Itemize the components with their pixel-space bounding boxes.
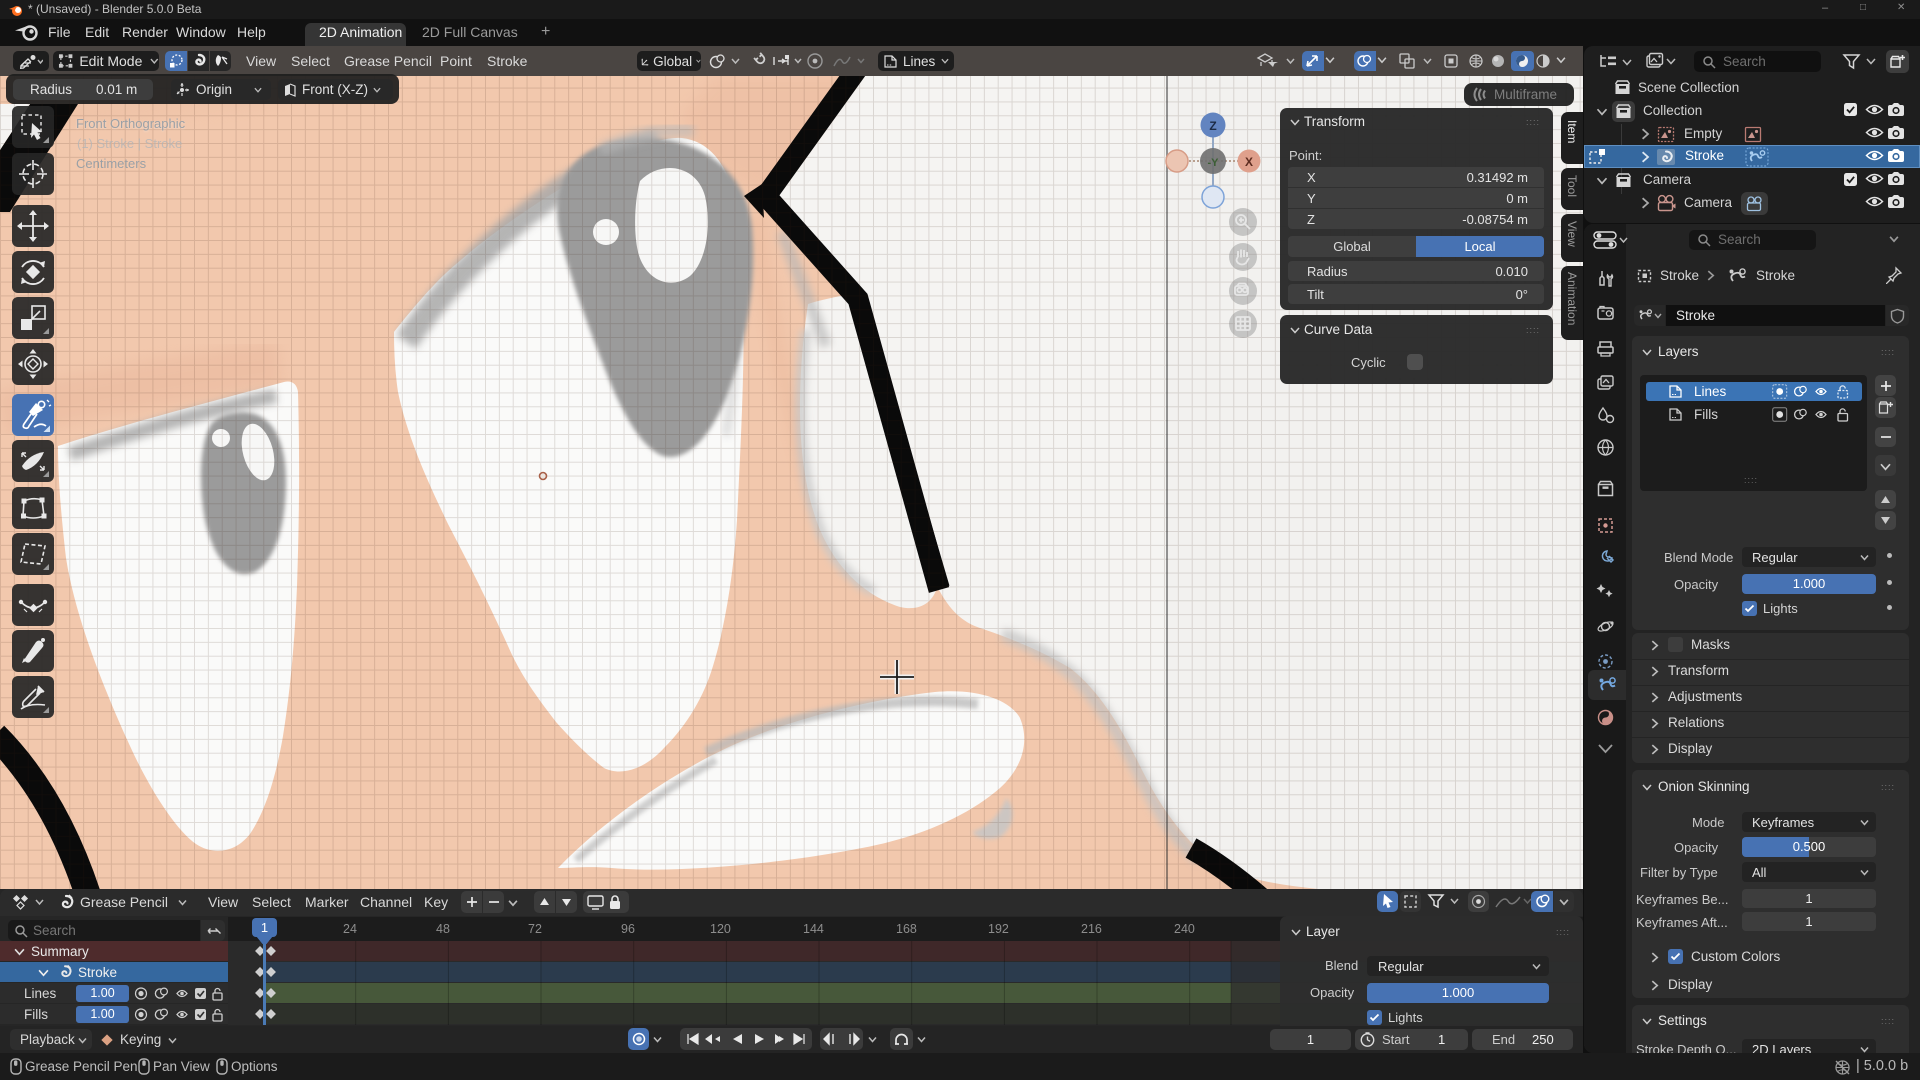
svg-text:-Y: -Y: [1208, 157, 1220, 169]
svg-text:Z: Z: [1209, 119, 1216, 133]
svg-text:X: X: [1245, 155, 1253, 169]
